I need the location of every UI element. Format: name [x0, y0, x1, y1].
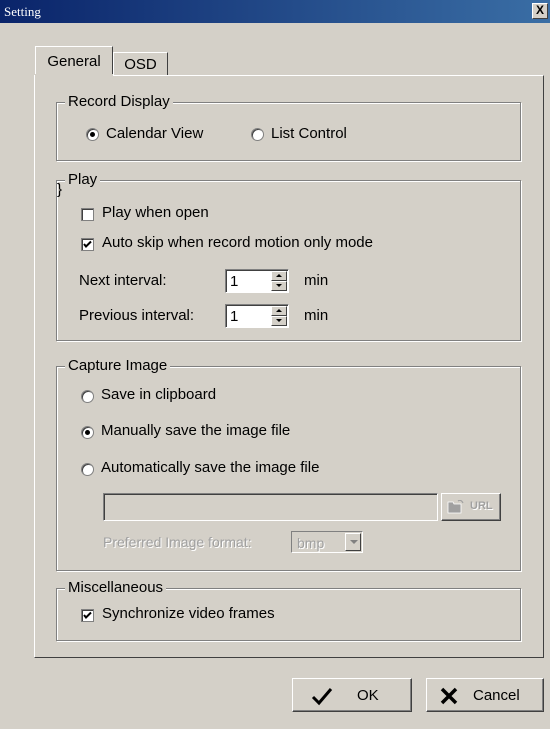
next-interval-unit: min: [304, 272, 329, 289]
image-format-label: Preferred Image format:: [103, 534, 252, 550]
folder-open-icon: [447, 500, 464, 514]
manual-save-label[interactable]: Manually save the image file: [101, 422, 290, 439]
check-mark-icon: [83, 240, 92, 248]
next-interval-up-button[interactable]: [271, 271, 287, 281]
miscellaneous-legend: Miscellaneous: [65, 579, 167, 596]
capture-image-group: Capture Image Save in clipboard Manually…: [56, 357, 521, 571]
ok-button-label: OK: [357, 687, 379, 704]
play-legend: Play: [65, 171, 101, 188]
url-button[interactable]: URL: [441, 493, 501, 521]
sync-frames-checkbox[interactable]: [81, 609, 94, 622]
next-interval-label: Next interval:: [79, 272, 167, 289]
manual-save-radio[interactable]: [81, 426, 94, 439]
save-clipboard-label[interactable]: Save in clipboard: [101, 386, 216, 403]
cancel-button[interactable]: Cancel: [426, 678, 544, 712]
image-format-select[interactable]: bmp: [291, 531, 363, 553]
cancel-button-label: Cancel: [473, 687, 520, 704]
chevron-down-icon[interactable]: [345, 533, 361, 551]
previous-interval-unit: min: [304, 307, 329, 324]
play-group: Play Play when open Auto skip when recor…: [56, 171, 521, 341]
checkmark-icon: [311, 688, 333, 706]
capture-image-legend: Capture Image: [65, 357, 171, 374]
list-control-radio[interactable]: [251, 128, 264, 141]
list-control-label[interactable]: List Control: [271, 125, 347, 142]
previous-interval-value[interactable]: 1: [230, 308, 238, 325]
calendar-view-radio[interactable]: [86, 128, 99, 141]
calendar-view-label[interactable]: Calendar View: [106, 125, 203, 142]
save-path-input[interactable]: [103, 493, 438, 521]
tab-osd-label: OSD: [124, 56, 157, 73]
previous-interval-label: Previous interval:: [79, 307, 195, 324]
ok-button[interactable]: OK: [292, 678, 412, 712]
play-when-open-label[interactable]: Play when open: [102, 204, 209, 221]
auto-save-label[interactable]: Automatically save the image file: [101, 459, 319, 476]
check-mark-icon: [83, 611, 92, 619]
tab-general[interactable]: General: [35, 46, 113, 76]
window-title: Setting: [4, 4, 41, 19]
next-interval-down-button[interactable]: [271, 281, 287, 291]
sync-frames-label[interactable]: Synchronize video frames: [102, 605, 275, 622]
auto-skip-checkbox[interactable]: [81, 238, 94, 251]
miscellaneous-group: Miscellaneous Synchronize video frames: [56, 579, 521, 641]
previous-interval-spinbox[interactable]: 1: [225, 304, 289, 328]
image-format-value: bmp: [297, 535, 325, 551]
tab-join: [35, 74, 113, 77]
title-bar: Setting X: [0, 0, 550, 23]
record-display-legend: Record Display: [65, 93, 173, 110]
auto-skip-label[interactable]: Auto skip when record motion only mode: [102, 234, 373, 251]
previous-interval-up-button[interactable]: [271, 306, 287, 316]
general-tab-panel: Record Display Calendar View List Contro…: [34, 75, 544, 658]
x-mark-icon: [440, 687, 458, 705]
previous-interval-down-button[interactable]: [271, 316, 287, 326]
url-button-label: URL: [470, 500, 493, 512]
next-interval-value[interactable]: 1: [230, 273, 238, 290]
play-when-open-checkbox[interactable]: [81, 208, 94, 221]
close-button[interactable]: X: [532, 3, 548, 19]
tab-osd[interactable]: OSD: [113, 52, 168, 76]
next-interval-spinbox[interactable]: 1: [225, 269, 289, 293]
auto-save-radio[interactable]: [81, 463, 94, 476]
record-display-group: Record Display Calendar View List Contro…: [56, 93, 521, 161]
tab-general-label: General: [47, 53, 101, 70]
save-clipboard-radio[interactable]: [81, 390, 94, 403]
